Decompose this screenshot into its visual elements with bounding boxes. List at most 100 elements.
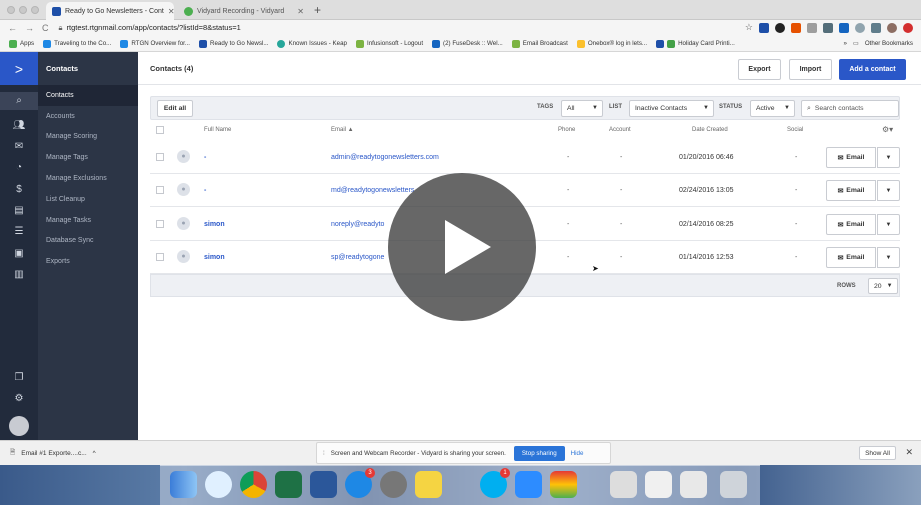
extension-icon[interactable] (807, 22, 817, 33)
tab-close-icon[interactable]: ✕ (297, 7, 304, 16)
message-icon[interactable]: ▤ (0, 205, 38, 216)
row-checkbox[interactable] (156, 186, 164, 194)
column-phone[interactable]: Phone (558, 127, 575, 133)
window-zoom-button[interactable] (31, 6, 39, 14)
browser-tab-vidyard[interactable]: Vidyard Recording - Vidyard ✕ (178, 2, 310, 20)
browser-tab-contacts[interactable]: Ready to Go Newsletters - Cont ✕ (46, 2, 174, 20)
charts-app-icon[interactable] (550, 471, 577, 498)
bookmark-apps[interactable]: Apps (9, 39, 34, 48)
row-actions-dropdown[interactable]: ▼ (877, 214, 900, 235)
extension-icon[interactable] (791, 22, 801, 33)
bookmark-item[interactable]: (2) FuseDesk :: Wel... (432, 39, 503, 48)
windows-icon[interactable]: ❐ (0, 372, 38, 383)
status-select[interactable]: Active ▼ (750, 100, 795, 117)
window-close-button[interactable] (7, 6, 15, 14)
contact-name[interactable]: - (204, 187, 206, 194)
column-email[interactable]: Email ▲ (331, 127, 354, 133)
subnav-item-manage-tasks[interactable]: Manage Tasks (38, 210, 138, 231)
stop-sharing-button[interactable]: Stop sharing (513, 445, 565, 461)
chevron-up-icon[interactable]: ^ (93, 450, 96, 457)
row-checkbox[interactable] (156, 153, 164, 161)
column-full-name[interactable]: Full Name (204, 127, 231, 133)
new-tab-button[interactable]: + (314, 3, 321, 17)
user-avatar[interactable] (9, 416, 29, 436)
finder-icon[interactable] (170, 471, 197, 498)
extension-icon[interactable] (759, 22, 769, 33)
email-button[interactable]: ✉ Email (826, 214, 876, 235)
reports-icon[interactable]: ▥ (0, 269, 38, 280)
video-play-button[interactable] (388, 173, 536, 321)
contact-email[interactable]: noreply@readyto (331, 221, 384, 228)
extension-icon[interactable] (839, 22, 849, 33)
search-icon[interactable]: ⌕ (0, 92, 38, 110)
row-actions-dropdown[interactable]: ▼ (877, 247, 900, 268)
document-window-icon[interactable] (680, 471, 707, 498)
subnav-item-database-sync[interactable]: Database Sync (38, 231, 138, 252)
email-button[interactable]: ✉ Email (826, 147, 876, 168)
dollar-icon[interactable]: $ (0, 184, 38, 195)
bookmark-item[interactable]: Infusionsoft - Logout (355, 39, 423, 48)
show-all-downloads-button[interactable]: Show All (859, 446, 896, 460)
email-button[interactable]: ✉ Email (826, 247, 876, 268)
bookmark-item[interactable]: Email Broadcast (511, 39, 568, 48)
app-store-icon[interactable]: 3 (345, 468, 375, 498)
url-field[interactable]: 🔒︎ rtgtest.rtgnmail.com/app/contacts/?lis… (59, 23, 241, 33)
bookmark-item[interactable]: Known Issues - Keap (277, 39, 347, 48)
email-button[interactable]: ✉ Email (826, 180, 876, 201)
extension-icon[interactable] (775, 22, 785, 33)
list-icon[interactable]: ☰ (0, 226, 38, 237)
excel-icon[interactable] (275, 471, 302, 498)
add-contact-button[interactable]: Add a contact (839, 59, 906, 80)
reload-icon[interactable]: C (42, 23, 49, 33)
bookmark-item[interactable]: Traveling to the Co... (43, 39, 111, 48)
list-select[interactable]: Inactive Contacts ▼ (629, 100, 714, 117)
edit-all-button[interactable]: Edit all (157, 100, 193, 117)
extension-icon[interactable] (903, 22, 913, 33)
subnav-item-list-cleanup[interactable]: List Cleanup (38, 189, 138, 210)
document-icon[interactable]: ▣ (0, 248, 38, 259)
safari-icon[interactable] (205, 471, 232, 498)
column-social[interactable]: Social (787, 127, 803, 133)
select-all-checkbox[interactable] (156, 126, 164, 134)
row-actions-dropdown[interactable]: ▼ (877, 147, 900, 168)
app-logo-icon[interactable]: > (0, 52, 38, 85)
row-checkbox[interactable] (156, 253, 164, 261)
document-window-icon[interactable] (645, 471, 672, 498)
extension-icon[interactable] (855, 22, 865, 33)
back-arrow-icon[interactable]: ← (8, 23, 17, 33)
close-download-bar-icon[interactable]: ✕ (905, 447, 913, 458)
bookmark-item[interactable]: Ready to Go Newsl... (199, 39, 268, 48)
subnav-item-manage-scoring[interactable]: Manage Scoring (38, 127, 138, 148)
row-actions-dropdown[interactable]: ▼ (877, 180, 900, 201)
bookmark-item[interactable]: Onebox® log in lets... (576, 39, 647, 48)
contact-name[interactable]: - (204, 154, 206, 161)
search-input[interactable]: ⌕ Search contacts (801, 100, 899, 117)
extension-icon[interactable] (871, 22, 881, 33)
column-settings-gear-icon[interactable]: ⚙▾ (882, 125, 893, 134)
contact-email[interactable]: sp@readytogone (331, 254, 384, 261)
subnav-item-manage-tags[interactable]: Manage Tags (38, 147, 138, 168)
forward-arrow-icon[interactable]: → (25, 23, 34, 33)
contacts-icon[interactable]: 👥︎ (0, 120, 38, 131)
subnav-item-exports[interactable]: Exports (38, 251, 138, 272)
system-preferences-icon[interactable] (380, 471, 407, 498)
bookmark-item[interactable]: RTGN Overview for... (120, 39, 190, 48)
settings-gear-icon[interactable]: ⚙ (0, 393, 38, 404)
bookmark-item[interactable]: Holiday Card Printi... (656, 39, 735, 48)
window-minimize-button[interactable] (19, 6, 27, 14)
contact-name[interactable]: simon (204, 221, 225, 228)
hide-notice-link[interactable]: Hide (571, 450, 584, 457)
download-item[interactable]: 🗎︎ Email #1 Exporte....c... ^ (10, 448, 96, 459)
extension-icon[interactable] (823, 22, 833, 33)
tab-close-icon[interactable]: ✕ (168, 7, 174, 16)
contact-email[interactable]: md@readytogonewsletters (331, 187, 414, 194)
word-icon[interactable] (310, 471, 337, 498)
other-bookmarks[interactable]: » ▭ Other Bookmarks (844, 40, 913, 47)
tags-select[interactable]: All ▼ (561, 100, 603, 117)
drag-handle-icon[interactable]: ⁞ (323, 450, 325, 457)
export-button[interactable]: Export (738, 59, 781, 80)
import-button[interactable]: Import (789, 59, 832, 80)
column-date-created[interactable]: Date Created (692, 127, 728, 133)
contact-name[interactable]: simon (204, 254, 225, 261)
stickies-icon[interactable] (415, 471, 442, 498)
